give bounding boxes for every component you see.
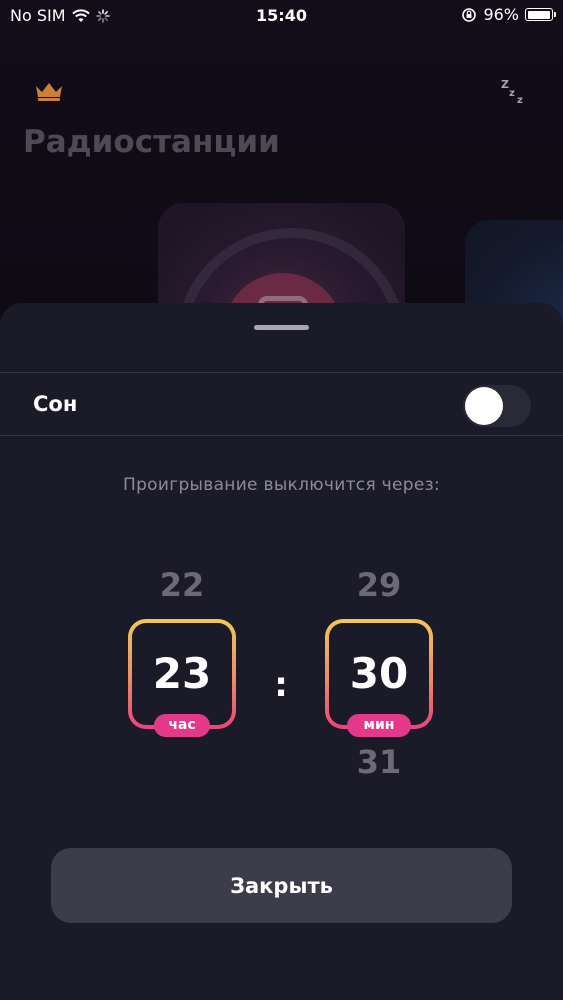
battery-percent: 96% [483,5,519,24]
battery-fill [527,10,550,19]
status-right: 96% [461,5,556,24]
time-separator: : [274,665,288,705]
minutes-unit-tag: мин [347,714,411,737]
sleep-timer-sheet: Сон Проигрывание выключится через: 22 23… [0,303,563,1000]
divider-bottom [0,435,563,436]
sleep-toggle[interactable] [463,385,531,427]
minutes-value: 30 [349,649,409,698]
hours-value: 23 [152,649,212,698]
close-button[interactable]: Закрыть [51,848,512,923]
hours-picker-inner: 23 [132,623,232,725]
page-title: Радиостанции [23,124,280,160]
divider-top [0,372,563,373]
hours-picker[interactable]: 23 час [128,619,236,737]
screen: No SIM 15:40 96% Z z z Радиостанции Сон … [0,0,563,1000]
minutes-next-value[interactable]: 31 [329,743,429,781]
svg-text:Z: Z [501,78,509,91]
minutes-prev-value[interactable]: 29 [329,566,429,604]
shutdown-hint: Проигрывание выключится через: [122,475,440,495]
hours-prev-value[interactable]: 22 [132,566,232,604]
sleep-toggle-knob [465,387,503,425]
battery-icon [525,8,556,21]
status-bar: No SIM 15:40 96% [0,0,563,30]
minutes-picker-inner: 30 [329,623,429,725]
minutes-picker[interactable]: 30 мин [325,619,433,737]
svg-text:z: z [517,95,523,106]
hours-unit-tag: час [154,714,210,737]
sleep-label: Сон [33,392,78,416]
orientation-lock-icon [462,7,477,22]
sleep-zzz-icon[interactable]: Z z z [499,76,529,106]
crown-icon[interactable] [34,80,64,102]
svg-text:z: z [509,88,515,99]
sheet-grabber[interactable] [254,325,309,330]
